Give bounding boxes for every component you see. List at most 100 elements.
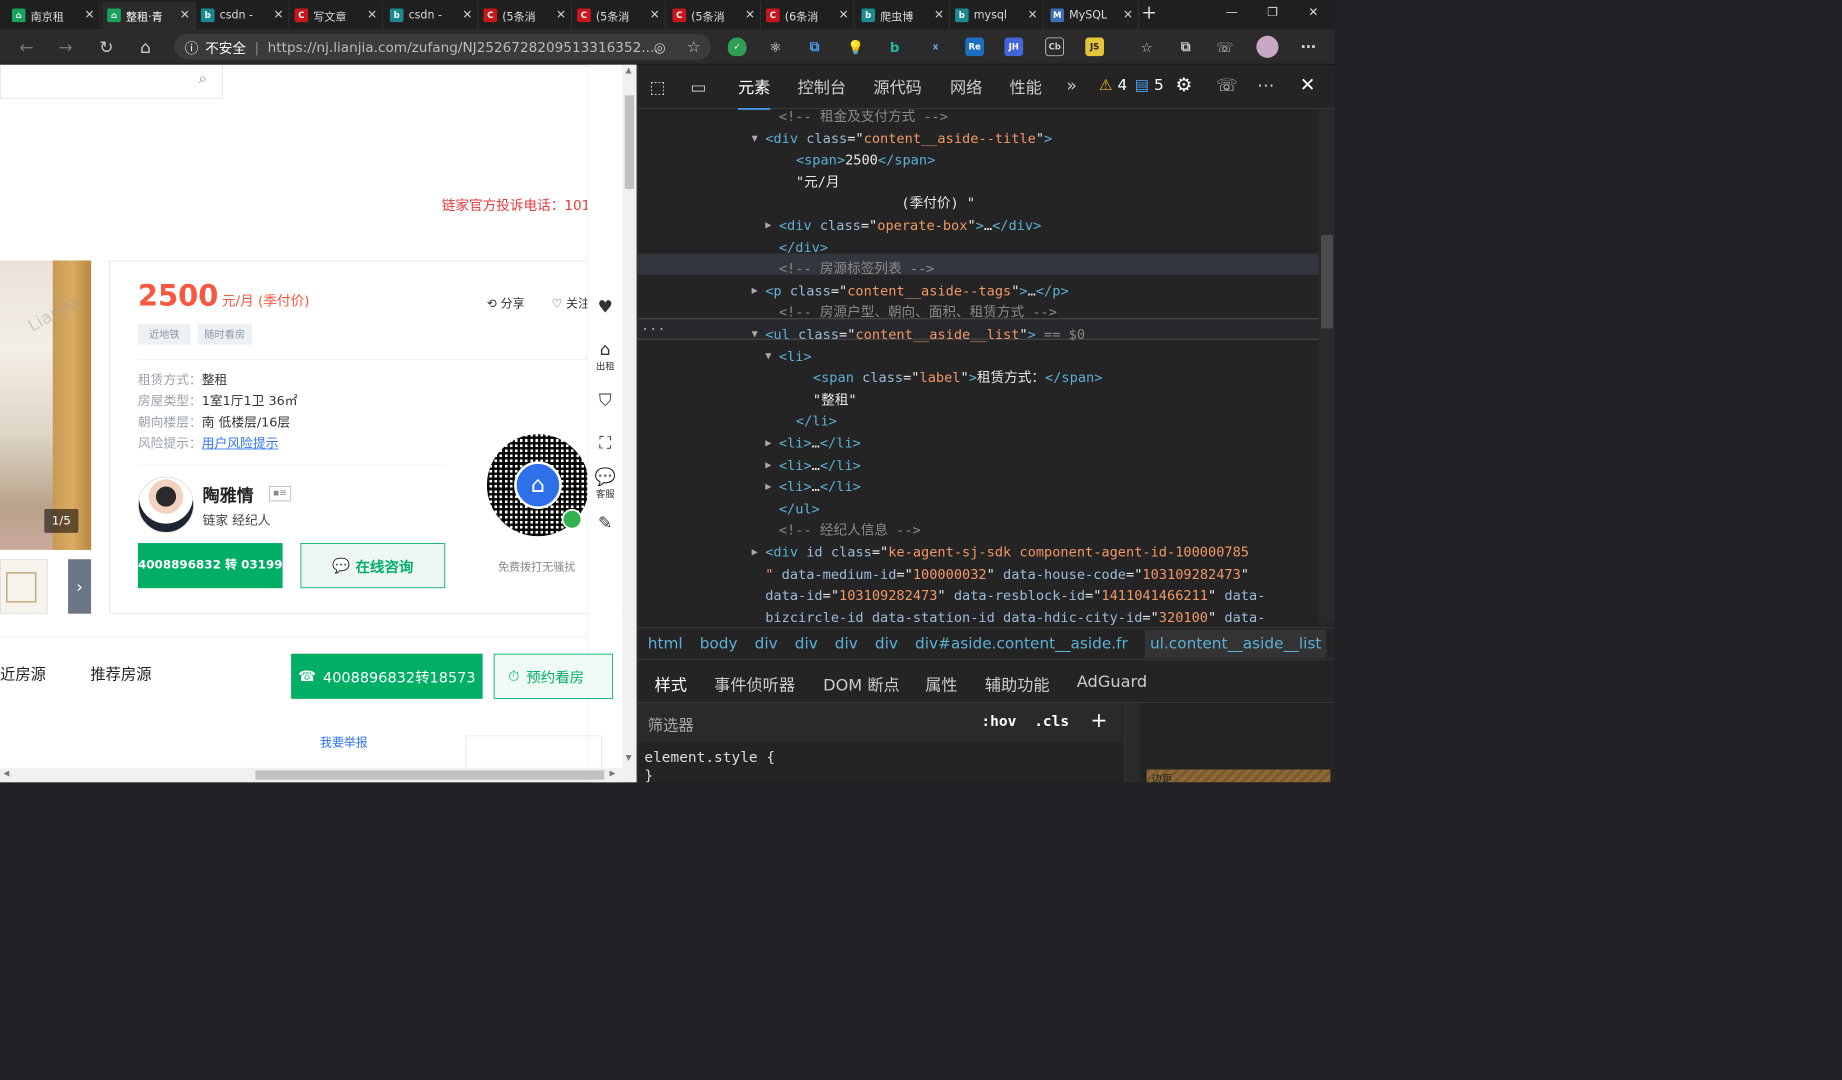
jh-extension-icon[interactable]: JH xyxy=(1004,37,1024,57)
sidebar-button[interactable]: ⛶ xyxy=(588,432,622,452)
sidebar-button[interactable]: 💬 客服 xyxy=(588,466,622,500)
tab-adguard[interactable]: AdGuard xyxy=(1077,672,1147,691)
sidebar-button[interactable]: ♥ xyxy=(588,296,622,316)
dom-node-line[interactable]: <span>2500</span> xyxy=(796,149,1335,170)
browser-tab[interactable]: M MySQL ✕ xyxy=(1045,1,1139,29)
selected-dots[interactable]: ··· xyxy=(641,318,666,339)
floorplan-thumbnail[interactable] xyxy=(0,559,48,614)
close-tab-icon[interactable]: ✕ xyxy=(367,9,377,23)
scroll-right-arrow[interactable]: ▶ xyxy=(609,769,615,778)
browser-tab[interactable]: ⌂ 南京租 ✕ xyxy=(7,1,101,29)
dom-node-line[interactable]: ▼ <div class="content__aside--title"> xyxy=(752,127,1334,148)
dom-node-line[interactable]: ▶ <div class="operate-box">…</div> xyxy=(765,215,1335,236)
agent-card-icon[interactable]: ▪≡ xyxy=(268,486,292,502)
horizontal-scrollbar[interactable]: ◀ ▶ xyxy=(0,767,623,783)
collapse-arrow-icon[interactable]: ▶ xyxy=(765,454,771,475)
crumb-selected[interactable]: ul.content__aside__list xyxy=(1144,629,1327,658)
feedback-icon[interactable]: ☏ xyxy=(1216,37,1235,56)
tab-dom-breakpoints[interactable]: DOM 断点 xyxy=(823,672,900,695)
dom-node-line[interactable]: <!-- 房源标签列表 --> xyxy=(779,258,1335,279)
dom-node-line[interactable]: ▶ <li>…</li> xyxy=(765,476,1335,497)
search-box[interactable]: ⌕ xyxy=(0,64,224,99)
js-extension-icon[interactable]: JS xyxy=(1085,37,1105,57)
sidebar-button[interactable]: ⛉ xyxy=(588,390,622,410)
dom-node-line[interactable]: ▶ <p class="content__aside--tags">…</p> xyxy=(752,280,1334,301)
close-window-button[interactable]: ✕ xyxy=(1294,0,1333,26)
browser-tab[interactable]: b 爬虫博 ✕ xyxy=(856,1,950,29)
close-tab-icon[interactable]: ✕ xyxy=(745,9,755,23)
browser-tab[interactable]: C (5条消 ✕ xyxy=(478,1,573,29)
bulb-extension-icon[interactable]: 💡 xyxy=(846,37,865,56)
tab-elements[interactable]: 元素 xyxy=(737,75,771,110)
element-style-rule[interactable]: element.style { xyxy=(644,749,775,766)
dom-node-line[interactable]: ▼ <ul class="content__aside__list"> == $0 xyxy=(752,323,1334,344)
dom-node-line[interactable]: <!-- 经纪人信息 --> xyxy=(779,520,1335,541)
dom-node-line[interactable]: ▶ <li>…</li> xyxy=(765,454,1335,475)
tracking-icon[interactable]: ◎ xyxy=(647,34,673,60)
close-tab-icon[interactable]: ✕ xyxy=(556,9,566,23)
tab-styles[interactable]: 样式 xyxy=(654,672,687,710)
dom-scroll-thumb[interactable] xyxy=(1321,234,1333,329)
new-rule-icon[interactable]: + xyxy=(1090,708,1107,732)
crumb[interactable]: div xyxy=(755,635,778,653)
dom-tree[interactable]: ··· <!-- 租金及支付方式 --> ▼ <div class="content… xyxy=(637,108,1319,625)
crumb[interactable]: div#aside.content__aside.fr xyxy=(915,635,1128,653)
warning-badge[interactable]: ⚠ 4 xyxy=(1099,77,1127,95)
collapse-arrow-icon[interactable]: ▶ xyxy=(752,541,758,562)
minimize-button[interactable]: — xyxy=(1212,0,1251,26)
bing-extension-icon[interactable]: b xyxy=(885,37,904,56)
dom-node-line[interactable]: (季付价) " xyxy=(901,193,1334,214)
profile-avatar[interactable] xyxy=(1256,35,1279,58)
cb-extension-icon[interactable]: Cb xyxy=(1045,37,1064,57)
tab-performance[interactable]: 性能 xyxy=(1010,75,1042,98)
scroll-left-arrow[interactable]: ◀ xyxy=(3,769,9,778)
dom-node-line[interactable]: " data-medium-id="100000032" data-house-… xyxy=(765,563,1334,584)
scroll-down-arrow[interactable]: ▼ xyxy=(626,754,632,763)
tab-console[interactable]: 控制台 xyxy=(798,75,847,98)
close-tab-icon[interactable]: ✕ xyxy=(180,9,190,23)
dom-node-line[interactable]: ▶ <li>…</li> xyxy=(765,432,1335,453)
dom-node-line[interactable]: </li> xyxy=(796,411,1335,432)
more-tabs-icon[interactable]: » xyxy=(1067,75,1077,95)
more-menu-icon[interactable]: ⋯ xyxy=(1299,37,1318,56)
forward-button[interactable]: → xyxy=(53,34,79,60)
more-options-icon[interactable]: ⋯ xyxy=(1257,75,1274,95)
expand-arrow-icon[interactable]: ▼ xyxy=(752,323,758,344)
device-toolbar-icon[interactable]: ▭ xyxy=(690,77,706,97)
close-tab-icon[interactable]: ✕ xyxy=(1028,9,1038,23)
tab-network[interactable]: 网络 xyxy=(950,75,982,98)
browser-tab[interactable]: b csdn - ✕ xyxy=(385,1,479,29)
collapse-arrow-icon[interactable]: ▶ xyxy=(765,432,771,453)
follow-button[interactable]: ♡ 关注 xyxy=(552,295,590,312)
crumb[interactable]: body xyxy=(700,635,738,653)
tab-accessibility[interactable]: 辅助功能 xyxy=(985,672,1050,695)
tab-recommend[interactable]: 推荐房源 xyxy=(90,662,151,684)
browser-tab[interactable]: C 写文章 ✕ xyxy=(289,1,384,29)
message-badge[interactable]: ▤ 5 xyxy=(1135,77,1164,95)
back-button[interactable]: ← xyxy=(14,34,40,60)
page-scrollbar[interactable]: ▲ ▼ xyxy=(622,64,637,783)
appointment-button[interactable]: ⏱ 预约看房 xyxy=(493,653,613,699)
dom-node-line[interactable]: </div> xyxy=(779,236,1335,257)
crop-extension-icon[interactable]: ⧉ xyxy=(805,37,824,56)
dom-node-line[interactable]: ▼ <li> xyxy=(765,345,1335,366)
browser-tab[interactable]: C (5条消 ✕ xyxy=(667,1,761,29)
x-extension-icon[interactable]: x xyxy=(926,37,945,56)
sidebar-button[interactable]: ⌂ 出租 xyxy=(588,339,622,373)
risk-link[interactable]: 用户风险提示 xyxy=(202,436,279,451)
dom-node-line[interactable]: <span class="label">租赁方式：</span> xyxy=(813,367,1335,388)
house-photo[interactable]: Lianjia 1/5 xyxy=(0,260,92,550)
browser-tab[interactable]: b csdn - ✕ xyxy=(196,1,290,29)
feedback-icon[interactable]: ☏ xyxy=(1216,75,1237,95)
inspect-icon[interactable]: ⬚ xyxy=(649,77,665,97)
share-button[interactable]: ⟲ 分享 xyxy=(487,295,525,312)
close-devtools-icon[interactable]: ✕ xyxy=(1300,75,1316,96)
crumb[interactable]: div xyxy=(795,635,818,653)
browser-tab[interactable]: b mysql ✕ xyxy=(950,1,1044,29)
crumb[interactable]: html xyxy=(648,635,683,653)
dom-node-line[interactable]: bizcircle-id data-station-id data-hdic-c… xyxy=(765,607,1334,628)
home-button[interactable]: ⌂ xyxy=(133,34,159,60)
close-tab-icon[interactable]: ✕ xyxy=(84,9,94,23)
collapse-arrow-icon[interactable]: ▶ xyxy=(765,215,771,236)
collapse-arrow-icon[interactable]: ▶ xyxy=(752,280,758,301)
